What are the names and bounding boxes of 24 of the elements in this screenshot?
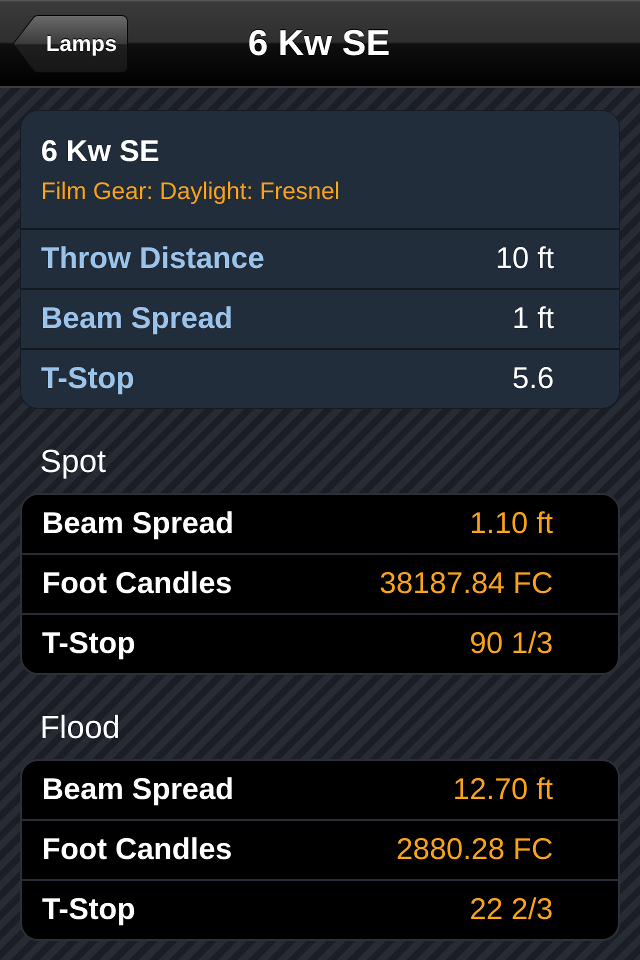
input-value: 5.6	[512, 361, 554, 397]
lamp-category: Film Gear: Daylight: Fresnel	[41, 177, 340, 207]
result-value: 22 2/3	[470, 892, 553, 928]
section-heading: Flood	[40, 708, 122, 747]
input-value: 1 ft	[512, 301, 554, 337]
section-heading: Spot	[40, 442, 107, 481]
lamp-name: 6 Kw SE	[41, 134, 160, 170]
result-label: Foot Candles	[42, 832, 232, 868]
result-value: 2880.28 FC	[396, 832, 553, 868]
result-value: 38187.84 FC	[380, 566, 553, 602]
result-label: T-Stop	[42, 892, 136, 928]
result-value: 90 1/3	[470, 626, 553, 662]
result-label: Foot Candles	[42, 566, 232, 602]
result-value: 1.10 ft	[470, 506, 553, 542]
input-label: T-Stop	[41, 361, 134, 397]
screen-title: 6 Kw SE	[248, 21, 390, 65]
result-label: T-Stop	[42, 626, 136, 662]
input-label: Beam Spread	[41, 301, 233, 337]
result-label: Beam Spread	[42, 506, 234, 542]
input-value: 10 ft	[496, 241, 554, 277]
input-label: Throw Distance	[41, 241, 264, 277]
result-label: Beam Spread	[42, 772, 234, 808]
back-button[interactable]: Lamps	[12, 15, 128, 73]
result-value: 12.70 ft	[452, 772, 553, 808]
